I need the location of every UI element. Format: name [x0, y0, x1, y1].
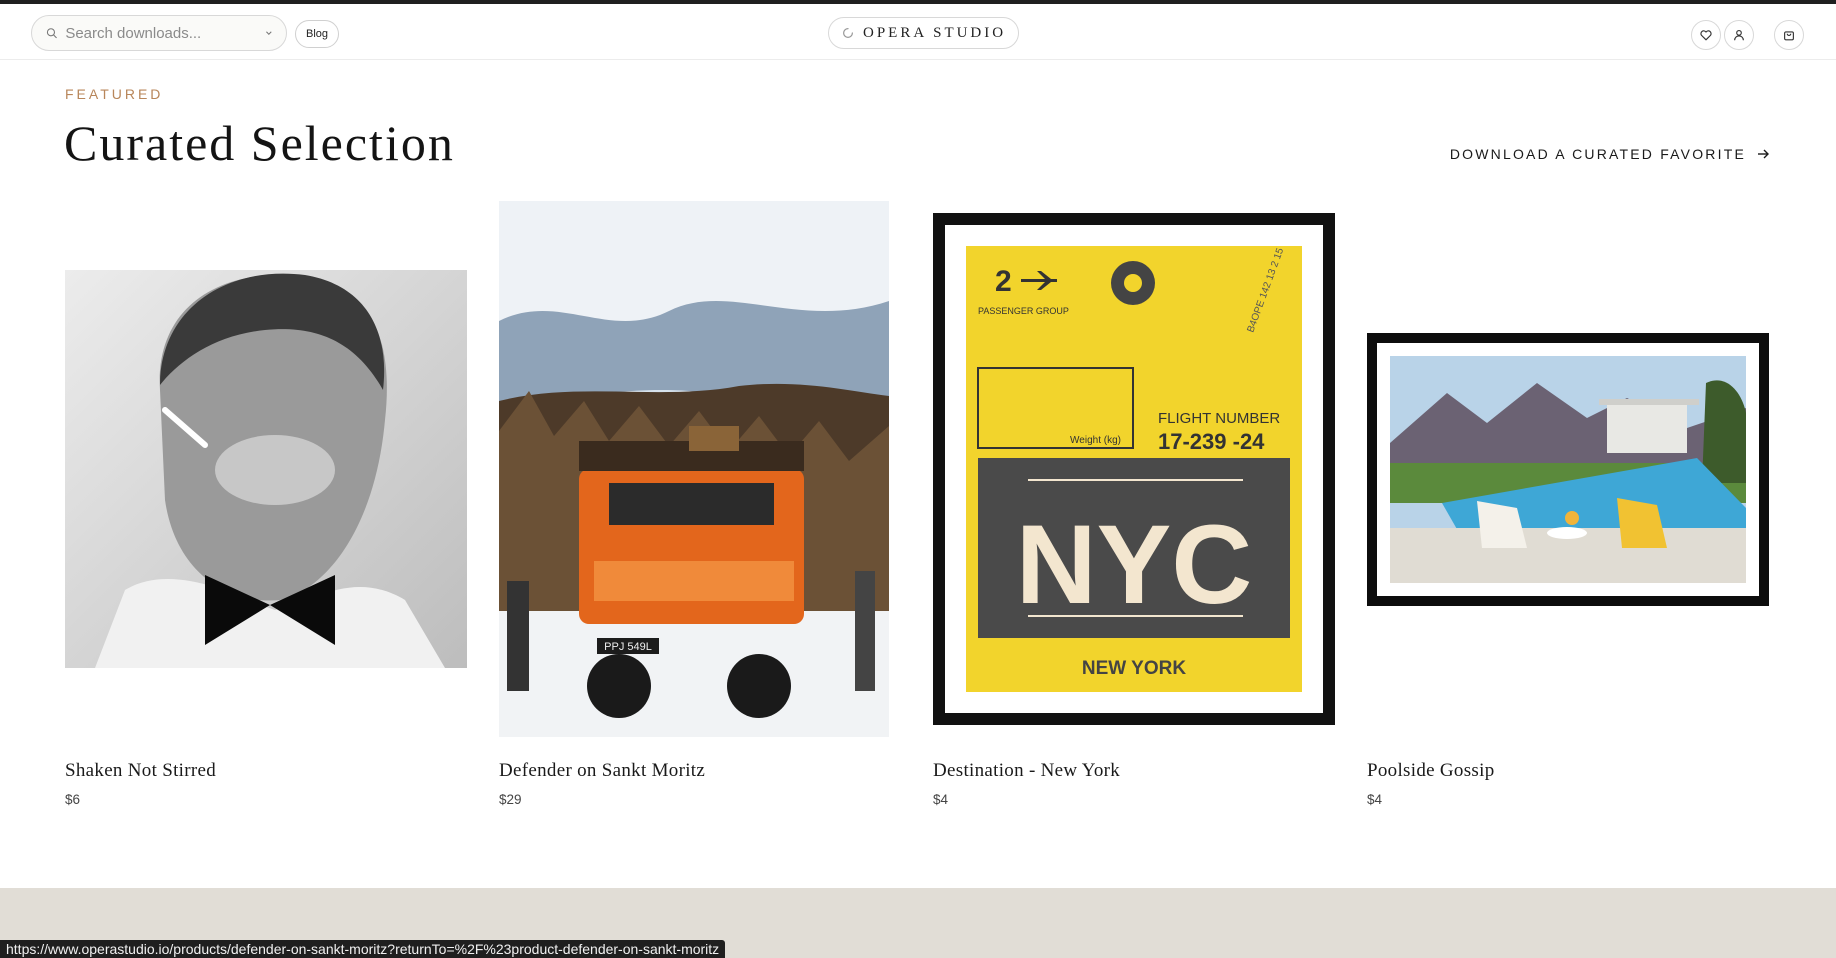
download-curated-favorite-link[interactable]: DOWNLOAD A CURATED FAVORITE	[1450, 146, 1770, 162]
product-card[interactable]: Shaken Not Stirred $6	[65, 200, 467, 820]
status-bar-url: https://www.operastudio.io/products/defe…	[0, 940, 726, 958]
site-logo[interactable]: OPERA STUDIO	[828, 17, 1020, 49]
city-code: NYC	[1016, 502, 1252, 627]
product-card[interactable]: 2 PASSENGER GROUP B4OPE 142 13 2 15 Weig…	[933, 200, 1335, 820]
product-price: $4	[1367, 792, 1383, 807]
logo-mark-icon	[843, 28, 853, 38]
product-title[interactable]: Poolside Gossip	[1367, 760, 1495, 782]
product-price: $29	[499, 792, 522, 807]
flight-number-label: FLIGHT NUMBER	[1158, 410, 1280, 427]
account-button[interactable]	[1724, 20, 1754, 50]
section-eyebrow: FEATURED	[65, 86, 164, 102]
product-image-destination-new-york[interactable]: 2 PASSENGER GROUP B4OPE 142 13 2 15 Weig…	[933, 213, 1335, 725]
product-title[interactable]: Destination - New York	[933, 760, 1120, 782]
chevron-down-icon[interactable]	[264, 27, 274, 39]
logo-text: OPERA STUDIO	[863, 24, 1007, 41]
search-icon	[46, 28, 57, 39]
product-price: $6	[65, 792, 81, 807]
product-card[interactable]: PPJ 549L Defender on Sankt Moritz $29	[499, 200, 901, 820]
product-title[interactable]: Defender on Sankt Moritz	[499, 760, 705, 782]
arrow-right-icon	[1758, 149, 1769, 159]
product-card[interactable]: Poolside Gossip $4	[1367, 200, 1769, 820]
product-title[interactable]: Shaken Not Stirred	[65, 760, 216, 782]
city-name: NEW YORK	[1082, 658, 1186, 679]
flight-number: 17-239 -24	[1158, 429, 1265, 454]
site-header: Blog OPERA STUDIO	[0, 4, 1836, 60]
cta-label: DOWNLOAD A CURATED FAVORITE	[1449, 146, 1746, 162]
wishlist-button[interactable]	[1691, 20, 1721, 50]
section-title: Curated Selection	[64, 115, 455, 171]
weight-label: Weight (kg)	[1070, 435, 1121, 446]
cart-icon	[1784, 31, 1794, 41]
product-price: $4	[933, 792, 949, 807]
heart-icon	[1700, 30, 1712, 41]
license-plate-text: PPJ 549L	[604, 641, 652, 653]
cart-button[interactable]	[1774, 20, 1804, 50]
product-image-poolside-gossip[interactable]	[1367, 333, 1769, 606]
tag-number: 2	[995, 265, 1012, 298]
passenger-group-label: PASSENGER GROUP	[978, 306, 1069, 316]
search-box[interactable]	[31, 15, 287, 51]
product-image-defender-on-sankt-moritz[interactable]: PPJ 549L	[499, 201, 889, 737]
user-icon	[1734, 29, 1744, 41]
search-input[interactable]	[65, 24, 265, 42]
blog-button[interactable]: Blog	[295, 20, 340, 48]
product-image-shaken-not-stirred[interactable]	[65, 270, 467, 668]
